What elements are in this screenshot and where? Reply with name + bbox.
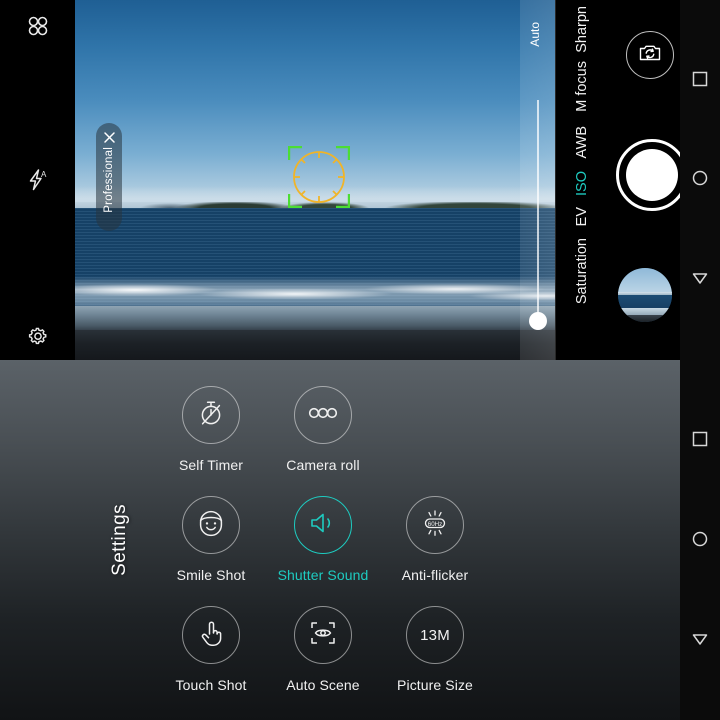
settings-tile-grid: Self Timer Camera roll Smile Shot Shutte… [155,386,525,704]
touch-shot-circle [182,606,240,664]
slider-track[interactable] [537,100,539,325]
flicker-60hz-icon: 60Hz [418,508,452,543]
gear-icon [26,324,50,348]
settings-title-wrap: Settings [90,360,150,720]
pro-param-iso[interactable]: ISO [556,163,608,203]
preview-wet-sand [75,306,555,332]
speaker-icon [308,509,338,542]
svg-text:60Hz: 60Hz [428,521,442,528]
nav-home-button[interactable] [680,160,720,200]
touch-hand-icon [197,618,225,653]
nav-back-button-lower[interactable] [680,621,720,661]
smile-face-icon [196,508,226,543]
setting-label: Camera roll [286,457,360,473]
preview-sand [75,330,555,360]
setting-tile-picture-size[interactable]: 13M Picture Size [379,606,491,693]
nav-recents-button[interactable] [680,61,720,101]
circle-icon [691,169,709,192]
pro-parameter-rail: Sharpn M focus AWB ISO EV Saturation [556,0,608,360]
setting-label: Shutter Sound [277,567,369,583]
square-icon [691,430,709,453]
circle-icon [691,530,709,553]
modes-icon [26,14,50,38]
scene-eye-icon [308,619,338,652]
square-icon [691,70,709,93]
settings-panel: Settings Self Timer Camera roll Smile Sh… [0,360,680,720]
auto-scene-circle [294,606,352,664]
picture-size-circle: 13M [406,606,464,664]
close-icon[interactable] [101,129,117,145]
android-navigation-bar [680,0,720,720]
pro-param-m-focus[interactable]: M focus [556,55,608,117]
gallery-thumbnail-button[interactable] [618,268,672,322]
switch-camera-button[interactable] [626,31,674,79]
pro-param-awb[interactable]: AWB [556,117,608,167]
triangle-icon [691,630,709,653]
professional-mode-pill[interactable]: Professional [96,123,122,231]
thumbnail-sand [618,314,672,322]
nav-recents-button-lower[interactable] [680,421,720,461]
picture-size-value: 13M [420,626,450,644]
setting-label: Anti-flicker [401,567,469,583]
setting-tile-anti-flicker[interactable]: 60Hz Anti-flicker [379,496,491,583]
focus-reticle [287,145,351,209]
setting-tile-touch-shot[interactable]: Touch Shot [155,606,267,693]
pro-param-sharpness[interactable]: Sharpn [556,0,608,58]
shutter-button[interactable] [616,139,688,211]
burst-dots-icon [307,404,339,427]
settings-panel-title: Settings [109,504,130,576]
setting-tile-self-timer[interactable]: Self Timer [155,386,267,473]
preview-surf [75,276,555,310]
capture-controls-column [608,0,688,360]
switch-camera-icon [637,40,663,71]
flash-auto-button[interactable]: A [0,157,75,203]
nav-back-button[interactable] [680,260,720,300]
setting-label: Smile Shot [176,567,246,583]
shutter-sound-circle [294,496,352,554]
smile-shot-circle [182,496,240,554]
setting-label: Picture Size [397,677,473,693]
pro-param-ev[interactable]: EV [556,198,608,236]
left-control-rail: A [0,0,75,360]
thumbnail-sky [618,268,672,293]
pro-param-saturation[interactable]: Saturation [556,232,608,310]
triangle-icon [691,269,709,292]
professional-mode-label: Professional [103,147,115,213]
setting-tile-shutter-sound[interactable]: Shutter Sound [267,496,379,583]
timer-off-icon [196,398,226,433]
parameter-slider[interactable]: Auto [520,0,556,360]
setting-tile-smile-shot[interactable]: Smile Shot [155,496,267,583]
thumbnail-sea [618,295,672,310]
setting-tile-camera-roll[interactable]: Camera roll [267,386,379,473]
camera-viewfinder-stage: Professional Auto Sharpn M focus AWB ISO… [0,0,720,360]
modes-button[interactable] [0,3,75,49]
shutter-button-inner [626,149,678,201]
svg-text:A: A [41,170,47,179]
self-timer-circle [182,386,240,444]
anti-flicker-circle: 60Hz [406,496,464,554]
camera-settings-button[interactable] [0,313,75,359]
nav-home-button-lower[interactable] [680,521,720,561]
setting-label: Touch Shot [175,677,247,693]
setting-tile-auto-scene[interactable]: Auto Scene [267,606,379,693]
slider-value-label: Auto [528,22,542,47]
slider-thumb[interactable] [529,312,547,330]
setting-label: Self Timer [178,457,243,473]
camera-app-screen: Professional Auto Sharpn M focus AWB ISO… [0,0,720,720]
camera-roll-circle [294,386,352,444]
flash-auto-icon: A [25,167,51,193]
setting-label: Auto Scene [286,677,360,693]
